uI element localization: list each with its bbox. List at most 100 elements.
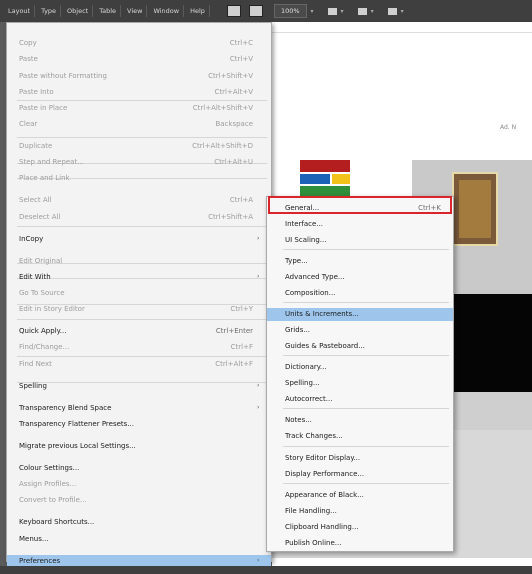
menu-item-copy[interactable]: Copy Ctrl+C — [7, 38, 271, 49]
menu-window[interactable]: Window — [149, 5, 185, 17]
prefs-item-autocorrect[interactable]: Autocorrect... — [267, 392, 453, 405]
menu-help[interactable]: Help — [186, 5, 210, 17]
prefs-item-dictionary[interactable]: Dictionary... — [267, 361, 453, 374]
prefs-item-appearance-of-black[interactable]: Appearance of Black... — [267, 489, 453, 502]
chevron-down-icon[interactable]: ▾ — [341, 8, 344, 15]
menu-item-quick-apply[interactable]: Quick Apply... Ctrl+Enter — [7, 326, 271, 337]
prefs-item-type[interactable]: Type... — [267, 255, 453, 268]
menu-item-go-to-source[interactable]: Go To Source — [7, 288, 271, 299]
menu-item-shortcut: Ctrl+Alt+F — [215, 359, 253, 368]
prefs-item-file-handling[interactable]: File Handling... — [267, 504, 453, 517]
menu-item-label: Duplicate — [19, 142, 53, 151]
menu-item-keyboard-shortcuts[interactable]: Keyboard Shortcuts... — [7, 517, 271, 528]
menu-item-label: Convert to Profile... — [19, 496, 87, 505]
prefs-item-composition[interactable]: Composition... — [267, 286, 453, 299]
prefs-item-track-changes[interactable]: Track Changes... — [267, 430, 453, 443]
prefs-item-guides-pasteboard[interactable]: Guides & Pasteboard... — [267, 339, 453, 352]
zoom-level-field[interactable]: 100% — [273, 4, 307, 18]
menu-object[interactable]: Object — [63, 5, 94, 17]
prefs-item-advanced-type[interactable]: Advanced Type... — [267, 270, 453, 283]
menu-item-step-and-repeat[interactable]: Step and Repeat... Ctrl+Alt+U — [7, 157, 271, 168]
chevron-down-icon[interactable]: ▾ — [371, 8, 374, 15]
prefs-item-grids[interactable]: Grids... — [267, 324, 453, 337]
menu-item-menus[interactable]: Menus... — [7, 533, 271, 544]
menu-item-select-all[interactable]: Select All Ctrl+A — [7, 195, 271, 206]
prefs-item-clipboard-handling[interactable]: Clipboard Handling... — [267, 520, 453, 533]
menu-item-shortcut: Ctrl+Enter — [215, 327, 253, 336]
menu-separator — [17, 356, 267, 357]
menu-item-preferences[interactable]: Preferences › — [7, 555, 271, 567]
menu-item-edit-in-story-editor[interactable]: Edit in Story Editor Ctrl+Y — [7, 304, 271, 315]
bridge-icon[interactable] — [226, 5, 241, 17]
menu-item-label: Publish Online... — [285, 538, 342, 547]
menu-item-label: Menus... — [19, 534, 49, 543]
menu-item-label: File Handling... — [285, 506, 337, 515]
menu-separator — [17, 137, 267, 138]
chevron-right-icon: › — [257, 235, 260, 243]
menu-item-label: Notes... — [285, 416, 312, 425]
menu-item-assign-profiles[interactable]: Assign Profiles... — [7, 479, 271, 490]
prefs-item-publish-online[interactable]: Publish Online... — [267, 536, 453, 549]
menu-item-paste-in-place[interactable]: Paste in Place Ctrl+Alt+Shift+V — [7, 102, 271, 113]
menu-view[interactable]: View — [123, 5, 148, 17]
menu-item-label: Track Changes... — [285, 432, 343, 441]
menu-item-find-change[interactable]: Find/Change... Ctrl+F — [7, 342, 271, 353]
menu-item-convert-to-profile[interactable]: Convert to Profile... — [7, 495, 271, 506]
menu-item-incopy[interactable]: InCopy › — [7, 233, 271, 244]
menu-item-label: Edit With — [19, 272, 51, 281]
prefs-item-display-performance[interactable]: Display Performance... — [267, 467, 453, 480]
prefs-item-spelling[interactable]: Spelling... — [267, 377, 453, 390]
prefs-item-interface[interactable]: Interface... — [267, 217, 453, 230]
menu-item-paste-without-formatting[interactable]: Paste without Formatting Ctrl+Shift+V — [7, 70, 271, 81]
stock-icon[interactable] — [248, 5, 263, 17]
menu-separator — [283, 445, 449, 447]
menu-item-migrate-previous-local-settings[interactable]: Migrate previous Local Settings... — [7, 440, 271, 451]
menu-item-label: Transparency Flattener Presets... — [19, 419, 134, 428]
chevron-down-icon[interactable]: ▾ — [311, 8, 314, 15]
menu-item-paste-into[interactable]: Paste Into Ctrl+Alt+V — [7, 86, 271, 97]
menu-item-label: Edit in Story Editor — [19, 305, 85, 314]
menu-item-spelling[interactable]: Spelling › — [7, 380, 271, 391]
menu-separator — [283, 248, 449, 250]
image-frame — [452, 172, 498, 246]
menu-item-label: Interface... — [285, 219, 324, 228]
prefs-item-ui-scaling[interactable]: UI Scaling... — [267, 233, 453, 246]
menu-separator — [17, 319, 267, 320]
screen-mode-icon[interactable] — [357, 7, 367, 15]
menu-item-paste[interactable]: Paste Ctrl+V — [7, 54, 271, 65]
menu-item-shortcut: Ctrl+A — [229, 196, 253, 205]
menu-item-label: Dictionary... — [285, 363, 327, 372]
menu-item-label: Transparency Blend Space — [19, 403, 112, 412]
menu-item-clear[interactable]: Clear Backspace — [7, 119, 271, 130]
menu-item-transparency-blend-space[interactable]: Transparency Blend Space › — [7, 402, 271, 413]
menu-item-transparency-flattener-presets[interactable]: Transparency Flattener Presets... — [7, 418, 271, 429]
prefs-item-story-editor-display[interactable]: Story Editor Display... — [267, 451, 453, 464]
preferences-submenu: General... Ctrl+K Interface... UI Scaling..… — [266, 196, 454, 552]
prefs-item-notes[interactable]: Notes... — [267, 414, 453, 427]
menu-table[interactable]: Table — [95, 5, 122, 17]
menu-layout[interactable]: Layout — [4, 5, 36, 17]
menu-item-label: Edit Original — [19, 256, 63, 265]
menu-type[interactable]: Type — [37, 5, 62, 17]
menu-item-find-next[interactable]: Find Next Ctrl+Alt+F — [7, 358, 271, 369]
menu-item-edit-with[interactable]: Edit With › — [7, 271, 271, 282]
edit-menu: Copy Ctrl+C Paste Ctrl+V Paste without Forma… — [6, 22, 272, 567]
menu-item-place-and-link[interactable]: Place and Link — [7, 173, 271, 184]
view-options-icon[interactable] — [327, 7, 337, 15]
app-menubar: Layout Type Object Table View Window Hel… — [0, 0, 532, 22]
chevron-right-icon: › — [257, 404, 260, 412]
menu-separator — [283, 302, 449, 304]
menu-item-label: Appearance of Black... — [285, 491, 364, 500]
chevron-down-icon[interactable]: ▾ — [401, 8, 404, 15]
menu-item-deselect-all[interactable]: Deselect All Ctrl+Shift+A — [7, 211, 271, 222]
prefs-item-units-increments[interactable]: Units & Increments... — [267, 307, 453, 321]
menu-item-label: InCopy — [19, 234, 44, 243]
menu-item-edit-original[interactable]: Edit Original — [7, 255, 271, 266]
menu-item-label: Display Performance... — [285, 469, 365, 478]
menu-item-duplicate[interactable]: Duplicate Ctrl+Alt+Shift+D — [7, 141, 271, 152]
menu-item-label: Paste without Formatting — [19, 71, 107, 80]
menu-item-label: Copy — [19, 39, 37, 48]
arrange-documents-icon[interactable] — [387, 7, 397, 15]
menu-item-label: Paste in Place — [19, 103, 68, 112]
menu-item-colour-settings[interactable]: Colour Settings... — [7, 463, 271, 474]
